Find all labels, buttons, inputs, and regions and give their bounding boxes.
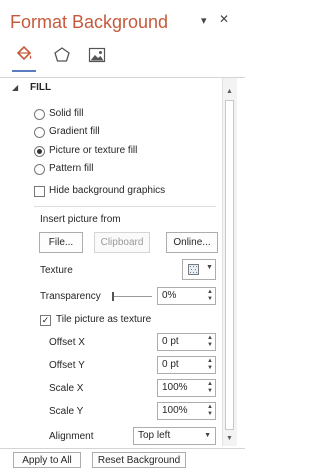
texture-label: Texture — [40, 265, 73, 276]
hide-background-checkbox[interactable] — [34, 186, 45, 197]
apply-to-all-button[interactable]: Apply to All — [13, 452, 81, 468]
collapse-triangle-icon[interactable]: ◢ — [12, 83, 18, 92]
picture-texture-fill-label[interactable]: Picture or texture fill — [49, 145, 137, 156]
chevron-down-icon[interactable]: ▼ — [204, 428, 211, 444]
scroll-up-icon[interactable]: ▲ — [223, 86, 236, 97]
hide-background-label[interactable]: Hide background graphics — [49, 185, 165, 196]
transparency-slider[interactable] — [112, 296, 152, 297]
scale-y-value[interactable]: 100% — [162, 405, 188, 416]
alignment-dropdown[interactable]: Top left ▼ — [133, 427, 216, 445]
scrollbar-thumb[interactable] — [225, 100, 234, 430]
pane-title: Format Background — [10, 12, 169, 32]
picture-texture-fill-radio[interactable] — [34, 146, 45, 157]
offset-x-label: Offset X — [49, 337, 85, 348]
close-icon[interactable]: ✕ — [219, 12, 229, 26]
fill-section-header[interactable]: FILL — [30, 82, 51, 93]
transparency-spinner[interactable]: 0% ▲ ▼ — [157, 287, 216, 305]
scale-x-spinner[interactable]: 100% ▲ ▼ — [157, 379, 216, 397]
offset-x-spinner[interactable]: 0 pt ▲ ▼ — [157, 333, 216, 351]
gradient-fill-radio[interactable] — [34, 127, 45, 138]
chevron-down-icon: ▼ — [206, 264, 213, 271]
chevron-down-icon[interactable]: ▾ — [201, 14, 207, 27]
separator — [34, 206, 216, 207]
transparency-slider-thumb[interactable] — [112, 292, 114, 301]
scale-x-value[interactable]: 100% — [162, 382, 188, 393]
alignment-label: Alignment — [49, 431, 94, 442]
offset-y-spinner[interactable]: 0 pt ▲ ▼ — [157, 356, 216, 374]
picture-icon[interactable] — [86, 44, 108, 66]
scroll-down-icon[interactable]: ▼ — [223, 433, 236, 444]
offset-x-value[interactable]: 0 pt — [162, 336, 179, 347]
online-button[interactable]: Online... — [166, 232, 218, 253]
spinner-arrows-icon[interactable]: ▲ ▼ — [207, 358, 213, 372]
texture-swatch-icon — [188, 264, 199, 275]
transparency-label: Transparency — [40, 291, 101, 302]
scale-x-label: Scale X — [49, 383, 84, 394]
tile-checkbox[interactable]: ✓ — [40, 315, 51, 326]
footer-divider — [0, 448, 245, 449]
active-tab-indicator — [12, 70, 36, 72]
offset-y-value[interactable]: 0 pt — [162, 359, 179, 370]
spinner-arrows-icon[interactable]: ▲ ▼ — [207, 335, 213, 349]
scale-y-spinner[interactable]: 100% ▲ ▼ — [157, 402, 216, 420]
file-button[interactable]: File... — [39, 232, 83, 253]
spinner-arrows-icon[interactable]: ▲ ▼ — [207, 404, 213, 418]
insert-picture-label: Insert picture from — [40, 214, 121, 225]
reset-background-button[interactable]: Reset Background — [92, 452, 186, 468]
spinner-arrows-icon[interactable]: ▲ ▼ — [207, 381, 213, 395]
tab-divider — [0, 77, 245, 78]
pattern-fill-label[interactable]: Pattern fill — [49, 163, 93, 174]
pattern-fill-radio[interactable] — [34, 164, 45, 175]
scale-y-label: Scale Y — [49, 406, 84, 417]
clipboard-button[interactable]: Clipboard — [94, 232, 150, 253]
texture-picker[interactable]: ▼ — [182, 259, 216, 280]
tile-label[interactable]: Tile picture as texture — [56, 314, 151, 325]
paint-bucket-icon[interactable] — [13, 44, 35, 66]
transparency-value[interactable]: 0% — [162, 290, 176, 301]
spinner-arrows-icon[interactable]: ▲ ▼ — [207, 289, 213, 303]
solid-fill-radio[interactable] — [34, 109, 45, 120]
pentagon-icon[interactable] — [51, 44, 73, 66]
gradient-fill-label[interactable]: Gradient fill — [49, 126, 100, 137]
solid-fill-label[interactable]: Solid fill — [49, 108, 83, 119]
alignment-value[interactable]: Top left — [138, 430, 170, 441]
offset-y-label: Offset Y — [49, 360, 85, 371]
